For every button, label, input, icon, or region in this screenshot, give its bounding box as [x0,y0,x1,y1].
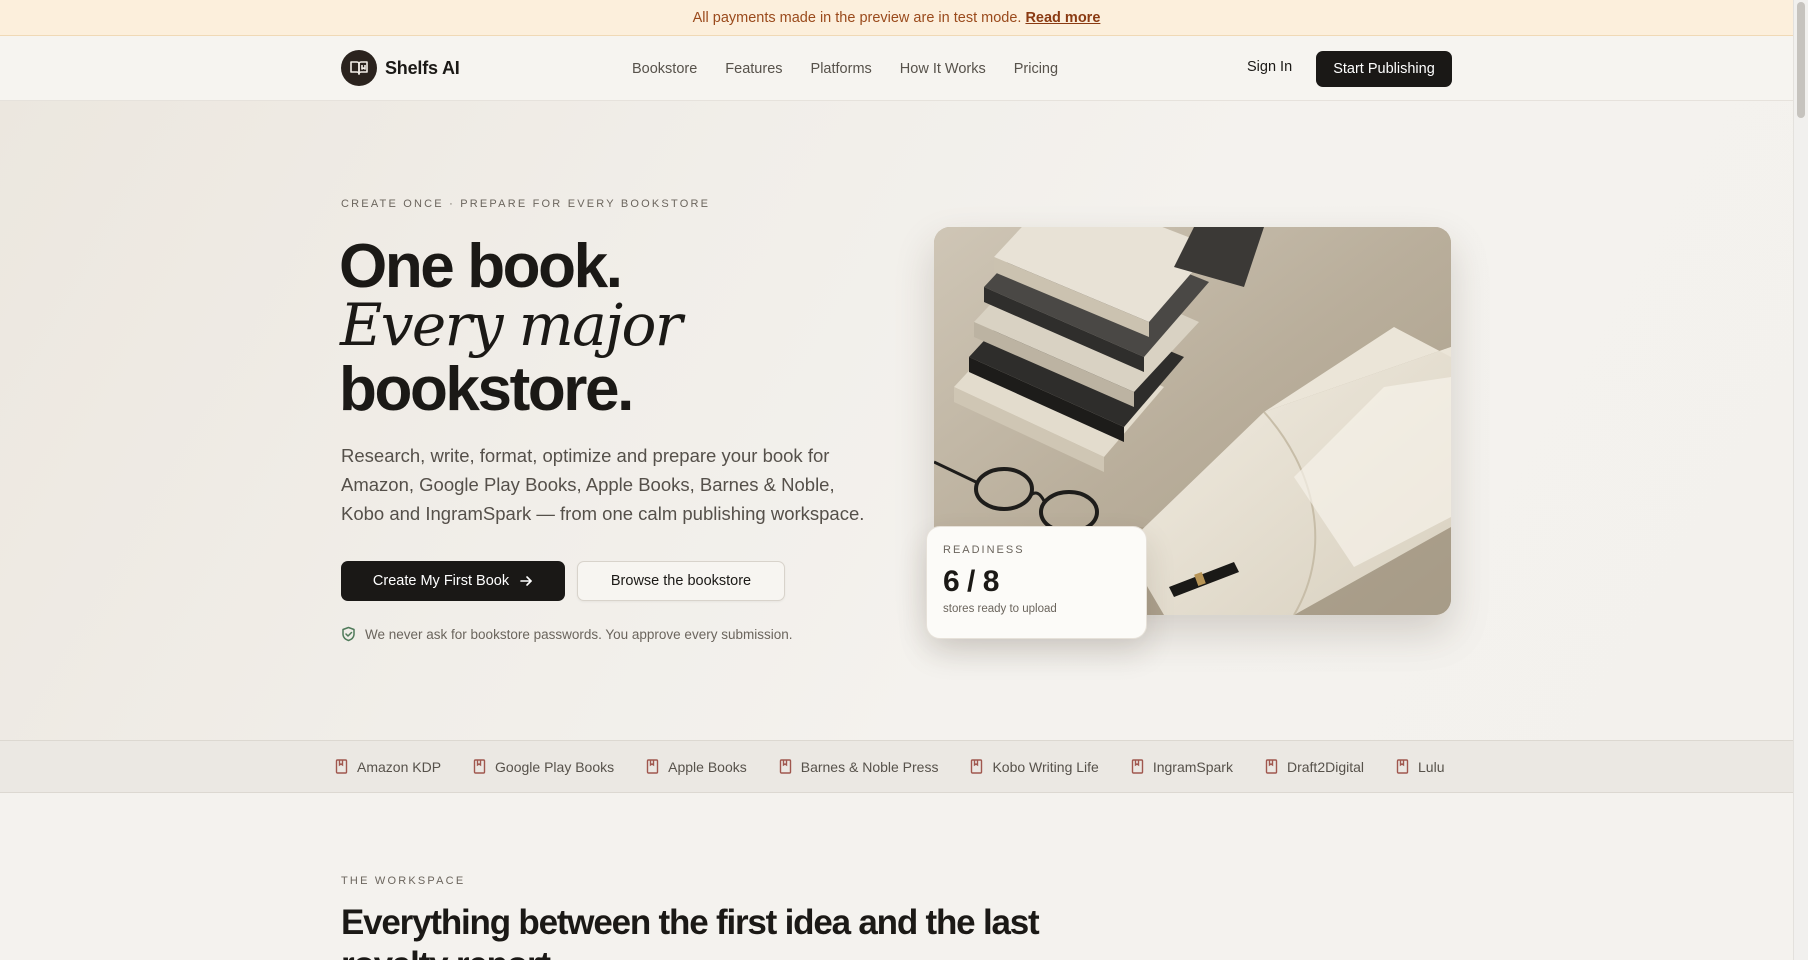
bookmark-book-icon [335,759,348,774]
page-scrollbar[interactable] [1793,0,1808,960]
trust-note: We never ask for bookstore passwords. Yo… [341,626,792,642]
readiness-label: READINESS [943,544,1025,556]
platform-name: Kobo Writing Life [992,758,1099,775]
workspace-title: Everything between the first idea and th… [341,903,1040,960]
platform-name: IngramSpark [1152,758,1233,775]
platform-item: IngramSpark [1131,759,1233,775]
bookmark-book-icon [1396,759,1409,774]
hero-headline-line-2: Every major [340,291,683,359]
shield-check-icon [341,626,356,642]
platform-name: Draft2Digital [1286,758,1365,775]
platform-name: Barnes & Noble Press [800,758,939,775]
scrollbar-thumb[interactable] [1797,2,1805,118]
nav-item-platforms[interactable]: Platforms [811,61,872,77]
hero-lead: Research, write, format, optimize and pr… [341,445,865,524]
bookmark-book-icon [1265,759,1278,774]
banner-read-more-link[interactable]: Read more [1025,10,1100,26]
hero-headline-line-1: One book. [339,232,623,301]
hero-section: CREATE ONCE · PREPARE FOR EVERY BOOKSTOR… [0,101,1793,740]
platform-item: Amazon KDP [335,759,441,775]
hero-headline-line-3: bookstore. [339,355,634,424]
platform-name: Google Play Books [495,758,615,775]
open-book-icon [341,50,377,86]
nav-item-how-it-works[interactable]: How It Works [900,61,986,77]
readiness-value: 6 / 8 [943,565,999,598]
bookmark-book-icon [1131,759,1144,774]
platform-name: Lulu [1418,758,1445,775]
platform-name: Apple Books [668,758,747,775]
trust-note-text: We never ask for bookstore passwords. Yo… [365,626,793,642]
start-publishing-button[interactable]: Start Publishing [1316,51,1452,87]
browse-bookstore-button[interactable]: Browse the bookstore [577,561,785,601]
brand-name: Shelfs AI [385,57,460,78]
page: All payments made in the preview are in … [0,0,1793,960]
nav-item-pricing[interactable]: Pricing [1014,61,1058,77]
test-mode-banner: All payments made in the preview are in … [0,0,1793,36]
brand[interactable]: Shelfs AI [341,50,460,86]
platform-item: Lulu [1396,759,1444,775]
site-header: Shelfs AI Bookstore Features Platforms H… [0,36,1793,101]
platform-item: Kobo Writing Life [970,758,1099,775]
hero-eyebrow: CREATE ONCE · PREPARE FOR EVERY BOOKSTOR… [341,198,711,210]
create-first-book-button[interactable]: Create My First Book [341,561,565,601]
sign-in-link[interactable]: Sign In [1247,59,1292,75]
platform-item: Google Play Books [473,759,614,775]
platform-item: Draft2Digital [1265,759,1364,775]
platform-name: Amazon KDP [357,758,442,775]
bookmark-book-icon [646,759,659,774]
nav-item-bookstore[interactable]: Bookstore [632,61,697,77]
bookmark-book-icon [779,759,792,774]
platform-item: Barnes & Noble Press [779,758,939,775]
readiness-subtitle: stores ready to upload [943,603,1057,615]
arrow-right-icon [519,574,533,588]
nav-item-features[interactable]: Features [725,61,782,77]
banner-text: All payments made in the preview are in … [692,9,1022,26]
workspace-eyebrow: THE WORKSPACE [341,875,466,887]
bookmark-book-icon [970,759,983,774]
platform-strip: Amazon KDP Google Play Books Apple Books… [0,740,1793,793]
platform-item: Apple Books [646,759,747,775]
create-first-book-label: Create My First Book [372,573,510,589]
readiness-card: READINESS 6 / 8 stores ready to upload [926,526,1147,639]
main-nav: Bookstore Features Platforms How It Work… [632,36,1058,101]
bookmark-book-icon [473,759,486,774]
